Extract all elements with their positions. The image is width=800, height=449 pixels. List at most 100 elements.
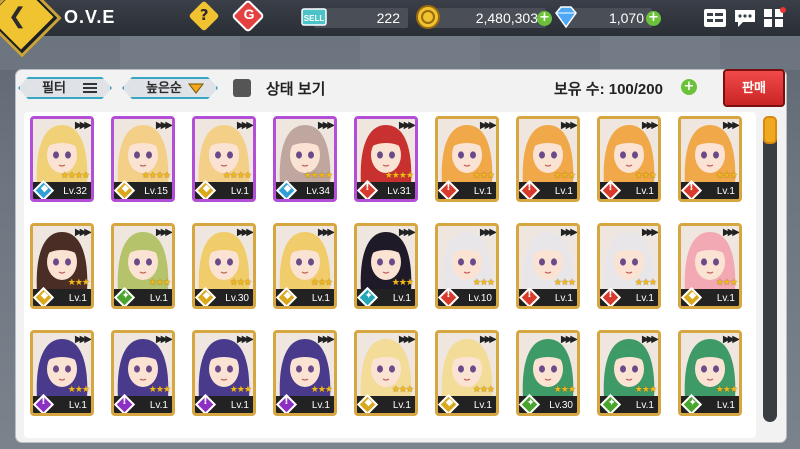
- scrollbar-thumb[interactable]: [763, 116, 777, 144]
- level-label: Lv.1: [554, 186, 573, 197]
- rank-arrows-icon: ▶▶▶: [236, 120, 253, 131]
- level-label: Lv.1: [392, 400, 411, 411]
- sort-label: 높은순: [146, 80, 182, 95]
- star-rating: ★★★: [148, 385, 171, 395]
- character-card[interactable]: ▶▶▶ ★★★! Lv.1: [597, 116, 661, 202]
- star-rating: ★★★: [553, 171, 576, 181]
- star-rating: ★★★: [634, 171, 657, 181]
- list-icon[interactable]: [703, 7, 727, 29]
- level-label: Lv.1: [473, 186, 492, 197]
- star-rating: ★★★: [715, 278, 738, 288]
- level-label: Lv.1: [716, 400, 735, 411]
- character-card[interactable]: ▶▶▶ ★★★ ✦ Lv.1: [678, 330, 742, 416]
- rank-arrows-icon: ▶▶▶: [155, 334, 172, 345]
- character-card[interactable]: ▶▶▶ ★★★! Lv.1: [516, 116, 580, 202]
- element-glyph: !: [41, 396, 46, 408]
- element-glyph: ✦: [364, 290, 373, 302]
- element-glyph: ◆: [40, 183, 49, 195]
- star-rating: ★★★★: [303, 171, 333, 181]
- star-rating: ★★★: [148, 278, 171, 288]
- element-glyph: ◆: [202, 290, 211, 302]
- character-card[interactable]: ▶▶▶ ★★★ ✦ Lv.30: [516, 330, 580, 416]
- character-card[interactable]: ▶▶▶ ★★★★ ◆ Lv.32: [30, 116, 94, 202]
- rank-arrows-icon: ▶▶▶: [641, 334, 658, 345]
- rank-arrows-icon: ▶▶▶: [479, 120, 496, 131]
- sort-dropdown[interactable]: 높은순: [122, 77, 218, 99]
- expand-inventory-button[interactable]: +: [681, 79, 697, 95]
- character-card[interactable]: ▶▶▶ ★★★! Lv.1: [273, 330, 337, 416]
- character-card[interactable]: ▶▶▶ ★★★! Lv.1: [597, 223, 661, 309]
- level-label: Lv.1: [473, 400, 492, 411]
- star-rating: ★★★: [67, 385, 90, 395]
- character-card[interactable]: ▶▶▶ ★★★ ◆ Lv.1: [30, 223, 94, 309]
- level-label: Lv.1: [230, 186, 249, 197]
- character-card[interactable]: ▶▶▶ ★★★ ✦ Lv.1: [597, 330, 661, 416]
- sell-ticket-value: 222: [376, 10, 400, 26]
- level-label: Lv.15: [144, 186, 168, 197]
- page-title: O.V.E: [64, 7, 116, 27]
- rank-arrows-icon: ▶▶▶: [74, 120, 91, 131]
- level-label: Lv.34: [306, 186, 330, 197]
- star-rating: ★★★: [391, 278, 414, 288]
- filter-button[interactable]: 필터: [18, 77, 112, 99]
- star-rating: ★★★: [472, 278, 495, 288]
- character-card[interactable]: ▶▶▶ ★★★ ◆ Lv.1: [435, 330, 499, 416]
- add-gold-button[interactable]: +: [537, 11, 552, 26]
- filter-label: 필터: [42, 80, 66, 95]
- level-label: Lv.1: [311, 293, 330, 304]
- toolbar: 필터 높은순 상태 보기 보유 수: 100/200 + 판매: [16, 69, 786, 107]
- character-card[interactable]: ▶▶▶ ★★★ ◆ Lv.1: [678, 223, 742, 309]
- scrollbar[interactable]: [763, 116, 777, 422]
- background-decoration: [0, 36, 800, 70]
- character-card[interactable]: ▶▶▶ ★★★! Lv.10: [435, 223, 499, 309]
- character-card[interactable]: ▶▶▶ ★★★! Lv.1: [30, 330, 94, 416]
- rank-arrows-icon: ▶▶▶: [479, 227, 496, 238]
- level-label: Lv.1: [68, 400, 87, 411]
- element-glyph: ✦: [526, 397, 535, 409]
- character-card[interactable]: ▶▶▶ ★★★★! Lv.31: [354, 116, 418, 202]
- sell-ticket-text: SELL: [304, 14, 325, 23]
- character-grid: ▶▶▶ ★★★★ ◆ Lv.32 ▶▶▶ ★★★★ ◆ Lv.15 ▶▶▶ ★★★★ ◆ Lv.1 ▶▶…: [24, 112, 756, 438]
- character-card[interactable]: ▶▶▶ ★★★ ✦ Lv.1: [111, 223, 175, 309]
- grid-menu-icon[interactable]: [762, 7, 786, 29]
- element-glyph: ◆: [121, 183, 130, 195]
- character-card[interactable]: ▶▶▶ ★★★ ◆ Lv.1: [354, 330, 418, 416]
- star-rating: ★★★: [310, 278, 333, 288]
- element-glyph: !: [608, 289, 613, 301]
- gold-coin-icon: [416, 5, 440, 29]
- diamond-value: 1,070: [608, 10, 644, 26]
- character-card[interactable]: ▶▶▶ ★★★★ ◆ Lv.1: [192, 116, 256, 202]
- level-label: Lv.1: [230, 400, 249, 411]
- character-card[interactable]: ▶▶▶ ★★★ ◆ Lv.1: [273, 223, 337, 309]
- character-card[interactable]: ▶▶▶ ★★★! Lv.1: [192, 330, 256, 416]
- level-label: Lv.1: [311, 400, 330, 411]
- character-card[interactable]: ▶▶▶ ★★★! Lv.1: [435, 116, 499, 202]
- character-card[interactable]: ▶▶▶ ★★★★ ◆ Lv.34: [273, 116, 337, 202]
- status-view-checkbox[interactable]: [233, 79, 251, 97]
- element-glyph: ◆: [202, 183, 211, 195]
- back-button[interactable]: ❮: [0, 0, 62, 58]
- character-card[interactable]: ▶▶▶ ★★★ ◆ Lv.30: [192, 223, 256, 309]
- chevron-left-icon: ❮: [8, 4, 27, 29]
- rank-arrows-icon: ▶▶▶: [398, 120, 415, 131]
- element-glyph: ◆: [445, 397, 454, 409]
- element-glyph: !: [122, 396, 127, 408]
- sell-button[interactable]: 판매: [723, 69, 785, 107]
- level-label: Lv.32: [63, 186, 87, 197]
- element-glyph: !: [203, 396, 208, 408]
- character-card[interactable]: ▶▶▶ ★★★! Lv.1: [678, 116, 742, 202]
- element-glyph: ✦: [121, 290, 130, 302]
- add-diamond-button[interactable]: +: [646, 11, 661, 26]
- level-label: Lv.1: [716, 186, 735, 197]
- element-glyph: !: [446, 289, 451, 301]
- character-card[interactable]: ▶▶▶ ★★★! Lv.1: [516, 223, 580, 309]
- chat-icon[interactable]: [733, 7, 757, 29]
- rank-arrows-icon: ▶▶▶: [317, 227, 334, 238]
- character-card[interactable]: ▶▶▶ ★★★ ✦ Lv.1: [354, 223, 418, 309]
- element-glyph: !: [608, 182, 613, 194]
- character-card[interactable]: ▶▶▶ ★★★! Lv.1: [111, 330, 175, 416]
- element-glyph: !: [365, 182, 370, 194]
- star-rating: ★★★: [715, 385, 738, 395]
- character-card[interactable]: ▶▶▶ ★★★★ ◆ Lv.15: [111, 116, 175, 202]
- sell-ticket-count: 222: [314, 8, 408, 28]
